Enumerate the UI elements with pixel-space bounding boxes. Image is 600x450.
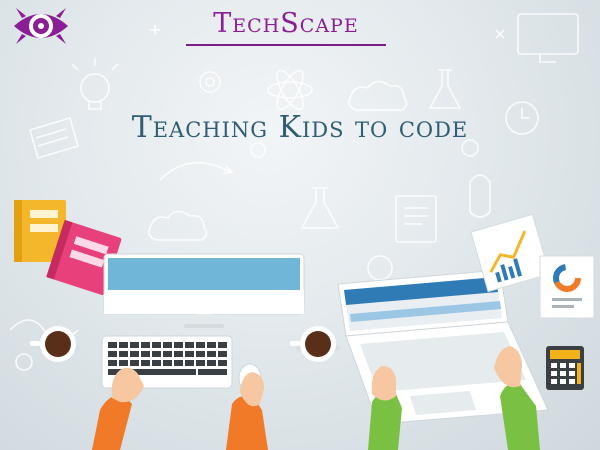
coffee-cup-icon (30, 326, 80, 362)
coffee-cup-icon (290, 326, 340, 362)
calculator-icon (546, 346, 584, 390)
desktop-monitor-icon (103, 253, 305, 328)
desk-scene (14, 200, 595, 450)
techscape-banner: TechScape Teaching Kids to code (0, 0, 600, 450)
